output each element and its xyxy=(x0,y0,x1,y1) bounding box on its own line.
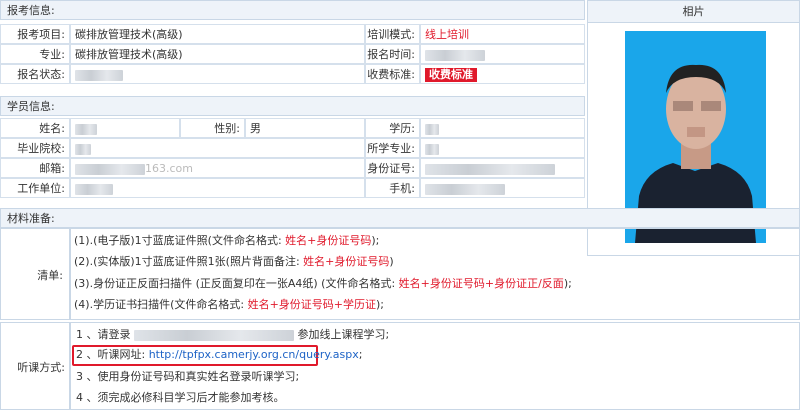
listen-line-1-suffix: 参加线上课程学习; xyxy=(297,328,390,341)
mode-value: 线上培训 xyxy=(420,24,585,44)
materials-item-text: (2).(实体版)1寸蓝底证件照1张(照片背面备注: xyxy=(74,255,304,268)
list-label-cell: 清单: xyxy=(0,228,70,320)
major-label: 专业: xyxy=(0,44,70,64)
student-major-value xyxy=(420,138,585,158)
project-label: 报考项目: xyxy=(0,24,70,44)
listen-line-3: 3 、使用身份证号码和真实姓名登录听课学习; xyxy=(76,370,300,383)
list-label: 清单: xyxy=(37,269,63,282)
redacted-name xyxy=(75,123,97,135)
materials-item-4: (4).学历证书扫描件(文件命名格式: 姓名+身份证号码+学历证); xyxy=(74,294,384,316)
student-major-label: 所学专业: xyxy=(365,138,420,158)
school-label: 毕业院校: xyxy=(0,138,70,158)
exam-section-header: 报考信息: xyxy=(0,0,585,20)
redacted-status xyxy=(75,69,123,81)
listen-line-4: 4 、须完成必修科目学习后才能参加考核。 xyxy=(76,391,285,404)
gender-value: 男 xyxy=(245,118,365,138)
materials-section-title: 材料准备: xyxy=(7,212,55,225)
mode-label: 培训模式: xyxy=(365,24,420,44)
materials-item-highlight: 姓名+身份证号码+身份证正/反面 xyxy=(398,277,564,290)
redacted-id xyxy=(425,163,555,175)
edu-label: 学历: xyxy=(365,118,420,138)
id-label: 身份证号: xyxy=(365,158,420,178)
company-label: 工作单位: xyxy=(0,178,70,198)
edu-value xyxy=(420,118,585,138)
redacted-company xyxy=(75,183,113,195)
listen-line-2-suffix: ; xyxy=(358,348,363,361)
company-value xyxy=(70,178,365,198)
photo-title: 相片 xyxy=(588,1,799,23)
fee-value-cell: 收费标准 xyxy=(420,64,585,84)
redacted-login-site xyxy=(134,329,294,341)
materials-item-highlight: 姓名+身份证号码 xyxy=(303,255,390,268)
time-value xyxy=(420,44,585,64)
email-value: 163.com xyxy=(70,158,365,178)
project-value: 碳排放管理技术(高级) xyxy=(70,24,365,44)
listen-line-1-prefix: 1 、请登录 xyxy=(76,328,131,341)
materials-item-text: (4).学历证书扫描件(文件命名格式: xyxy=(74,298,248,311)
redacted-school xyxy=(75,143,91,155)
status-value xyxy=(70,64,365,84)
redacted-email xyxy=(75,163,145,175)
redacted-phone xyxy=(425,183,505,195)
materials-item-highlight: 姓名+身份证号码+学历证 xyxy=(247,298,377,311)
listen-line-2: 2 、听课网址: http://tpfpx.camerjy.org.cn/que… xyxy=(76,344,362,366)
phone-label: 手机: xyxy=(365,178,420,198)
fee-badge[interactable]: 收费标准 xyxy=(425,68,477,82)
redacted-edu xyxy=(425,123,439,135)
exam-section-title: 报考信息: xyxy=(7,4,55,17)
id-value xyxy=(420,158,585,178)
listen-line-2-prefix: 2 、听课网址: xyxy=(76,348,149,361)
listen-label-cell: 听课方式: xyxy=(0,322,70,410)
materials-item-text: (3).身份证正反面扫描件 (正反面复印在一张A4纸) (文件命名格式: xyxy=(74,277,399,290)
status-label: 报名状态: xyxy=(0,64,70,84)
fee-label: 收费标准: xyxy=(365,64,420,84)
materials-item-tail: ); xyxy=(371,234,380,247)
student-section-title: 学员信息: xyxy=(7,100,55,113)
phone-value xyxy=(420,178,585,198)
course-url-link[interactable]: http://tpfpx.camerjy.org.cn/query.aspx xyxy=(149,348,359,361)
materials-item-tail: ) xyxy=(389,255,394,268)
name-value xyxy=(70,118,180,138)
student-section-header: 学员信息: xyxy=(0,96,585,116)
materials-item-1: (1).(电子版)1寸蓝底证件照(文件命名格式: 姓名+身份证号码); xyxy=(74,230,379,252)
materials-item-3: (3).身份证正反面扫描件 (正反面复印在一张A4纸) (文件命名格式: 姓名+… xyxy=(74,273,572,295)
major-value: 碳排放管理技术(高级) xyxy=(70,44,365,64)
redacted-time xyxy=(425,49,485,61)
listen-label: 听课方式: xyxy=(17,361,65,374)
materials-item-2: (2).(实体版)1寸蓝底证件照1张(照片背面备注: 姓名+身份证号码) xyxy=(74,251,394,273)
redacted-student-major xyxy=(425,143,439,155)
materials-item-tail: ); xyxy=(563,277,572,290)
gender-label: 性别: xyxy=(180,118,245,138)
email-label: 邮箱: xyxy=(0,158,70,178)
materials-item-text: (1).(电子版)1寸蓝底证件照(文件命名格式: xyxy=(74,234,286,247)
materials-section-header: 材料准备: xyxy=(0,208,800,228)
materials-item-highlight: 姓名+身份证号码 xyxy=(285,234,372,247)
school-value xyxy=(70,138,365,158)
listen-line-1: 1 、请登录 参加线上课程学习; xyxy=(76,324,389,346)
materials-item-tail: ); xyxy=(376,298,385,311)
email-tail: 163.com xyxy=(145,162,193,175)
name-label: 姓名: xyxy=(0,118,70,138)
time-label: 报名时间: xyxy=(365,44,420,64)
